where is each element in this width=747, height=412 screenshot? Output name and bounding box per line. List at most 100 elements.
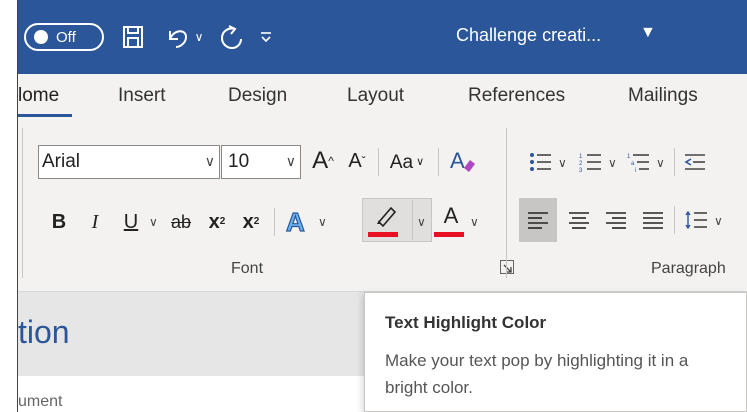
separator: [674, 206, 675, 234]
redo-icon[interactable]: [214, 20, 246, 54]
numbering-icon: 1 2 3: [579, 154, 601, 172]
tab-insert[interactable]: Insert: [118, 85, 166, 107]
strikethrough-button[interactable]: ab: [166, 208, 196, 236]
undo-icon[interactable]: [162, 20, 192, 54]
tab-home[interactable]: lome: [18, 85, 59, 107]
font-name-value: Arial: [42, 151, 81, 172]
highlight-dropdown-icon[interactable]: ∨: [417, 215, 426, 229]
italic-button[interactable]: I: [82, 208, 108, 236]
highlighter-icon: [368, 200, 402, 232]
underline-button[interactable]: U: [118, 208, 144, 236]
bullets-icon: [530, 153, 551, 171]
divider: [22, 128, 23, 278]
multilevel-list-icon: 1 a i: [627, 154, 649, 172]
svg-text:1: 1: [627, 154, 631, 160]
separator: [438, 148, 439, 176]
text-effects-button[interactable]: A: [280, 204, 314, 238]
font-color-button[interactable]: A: [436, 202, 466, 230]
ribbon-tabs: lome Insert Design Layout References Mai…: [18, 74, 747, 120]
line-spacing-button[interactable]: [682, 206, 712, 234]
svg-text:1: 1: [579, 154, 583, 160]
superscript-icon: x: [242, 211, 254, 233]
tooltip-text-highlight-color: Text Highlight Color Make your text pop …: [364, 292, 747, 412]
align-left-icon: [528, 212, 548, 229]
superscript-button[interactable]: x2: [238, 208, 264, 236]
paragraph-group-label: Paragraph: [651, 260, 726, 277]
font-dialog-launcher[interactable]: [500, 260, 514, 274]
title-bar: Off ∨ Challenge creati... ▼: [18, 0, 747, 74]
font-color-dropdown-icon[interactable]: ∨: [470, 215, 479, 229]
active-tab-indicator: [18, 114, 72, 117]
line-spacing-dropdown-icon[interactable]: ∨: [714, 214, 723, 228]
line-spacing-icon: [685, 210, 707, 230]
multilevel-dropdown-icon[interactable]: ∨: [656, 156, 665, 170]
bullets-dropdown-icon[interactable]: ∨: [558, 156, 567, 170]
tab-design[interactable]: Design: [228, 85, 287, 107]
grow-font-icon: A: [312, 147, 329, 174]
subscript-icon: x: [208, 211, 220, 233]
justify-icon: [643, 212, 663, 229]
svg-text:a: a: [631, 161, 635, 167]
svg-text:A: A: [450, 148, 465, 173]
separator: [274, 208, 275, 236]
font-size-value: 10: [228, 151, 250, 172]
toggle-knob: [34, 30, 48, 44]
font-name-select[interactable]: Arial ∨: [38, 145, 220, 179]
left-margin: [0, 0, 18, 412]
document-line: ument: [18, 393, 63, 410]
svg-text:3: 3: [579, 168, 583, 172]
svg-text:2: 2: [579, 161, 583, 167]
align-center-icon: [569, 212, 589, 229]
align-right-button[interactable]: [601, 206, 631, 234]
multilevel-list-button[interactable]: 1 a i: [624, 148, 654, 176]
font-size-select[interactable]: 10 ∨: [221, 145, 301, 179]
decrease-indent-button[interactable]: [680, 148, 710, 176]
numbering-button[interactable]: 1 2 3: [576, 148, 606, 176]
underline-dropdown-icon[interactable]: ∨: [149, 215, 158, 229]
autosave-state: Off: [56, 28, 76, 46]
group-divider: [506, 128, 507, 278]
separator: [378, 148, 379, 176]
title-dropdown-icon[interactable]: ▼: [640, 24, 656, 42]
svg-text:i: i: [635, 168, 636, 172]
grow-font-button[interactable]: A ^: [308, 146, 338, 176]
tab-references[interactable]: References: [468, 85, 565, 107]
decrease-indent-icon: [684, 154, 705, 170]
numbering-dropdown-icon[interactable]: ∨: [608, 156, 617, 170]
font-color-bar: [434, 232, 464, 237]
align-right-icon: [606, 212, 626, 229]
separator: [412, 200, 413, 240]
tab-mailings[interactable]: Mailings: [628, 85, 698, 107]
bullets-button[interactable]: [526, 148, 556, 176]
clear-formatting-button[interactable]: A: [446, 146, 480, 178]
svg-text:A: A: [286, 207, 305, 236]
window-left-border: [17, 0, 18, 412]
shrink-font-button[interactable]: Aˇ: [342, 146, 372, 176]
shrink-font-icon: A: [348, 150, 362, 172]
clear-formatting-icon: A: [450, 148, 475, 173]
change-case-button[interactable]: Aa ∨: [384, 148, 430, 176]
change-case-icon: Aa: [389, 151, 414, 173]
subscript-button[interactable]: x2: [204, 208, 230, 236]
tab-layout[interactable]: Layout: [347, 85, 404, 107]
font-group-label: Font: [231, 260, 264, 277]
separator: [674, 148, 675, 176]
tooltip-body: Make your text pop by highlighting it in…: [385, 351, 689, 397]
ribbon-home: Arial ∨ 10 ∨ A ^ Aˇ Aa ∨ A B I U ∨ ab x2 x…: [18, 120, 747, 292]
tooltip-title: Text Highlight Color: [385, 313, 547, 332]
align-center-button[interactable]: [564, 206, 594, 234]
autosave-toggle[interactable]: Off: [24, 23, 104, 51]
highlight-color-bar: [368, 232, 398, 237]
align-left-button[interactable]: [523, 206, 553, 234]
document-title[interactable]: Challenge creati...: [456, 25, 601, 46]
save-icon[interactable]: [118, 20, 148, 54]
chevron-down-icon: ∨: [204, 153, 215, 169]
document-heading: tion: [18, 314, 70, 350]
text-effects-dropdown-icon[interactable]: ∨: [318, 215, 327, 229]
chevron-down-icon: ∨: [285, 153, 296, 169]
undo-dropdown-icon[interactable]: ∨: [192, 20, 206, 54]
bold-button[interactable]: B: [46, 208, 72, 236]
text-effects-icon: A: [285, 206, 305, 236]
customize-qat-icon[interactable]: [256, 20, 276, 54]
justify-button[interactable]: [638, 206, 668, 234]
